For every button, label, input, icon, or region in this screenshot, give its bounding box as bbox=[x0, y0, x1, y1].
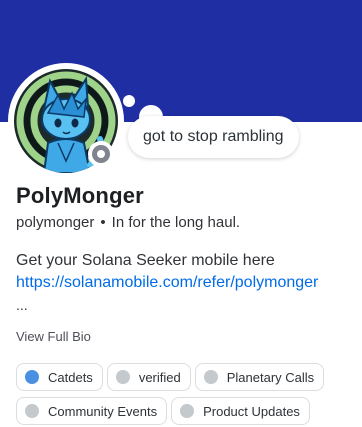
role-color-dot bbox=[25, 404, 39, 418]
offline-status-icon bbox=[92, 145, 110, 163]
roles-row: Community Events Product Updates bbox=[16, 397, 356, 425]
role-label: Planetary Calls bbox=[226, 369, 315, 385]
role-label: Catdets bbox=[48, 369, 93, 385]
custom-status-text: got to stop rambling bbox=[143, 128, 284, 145]
roles-list: Catdets verified Planetary Calls Communi… bbox=[16, 363, 356, 427]
bio-referral-link[interactable]: https://solanamobile.com/refer/polymonge… bbox=[16, 274, 318, 292]
role-color-dot bbox=[203, 370, 218, 384]
thought-bubble-dot-small bbox=[123, 95, 135, 107]
role-label: Community Events bbox=[48, 403, 158, 419]
role-color-dot bbox=[115, 370, 130, 384]
role-color-dot bbox=[180, 404, 195, 418]
role-pill-planetary-calls[interactable]: Planetary Calls bbox=[194, 363, 325, 391]
role-label: verified bbox=[138, 369, 181, 385]
role-pill-product-updates[interactable]: Product Updates bbox=[171, 397, 310, 425]
presence-indicator bbox=[88, 141, 114, 167]
role-label: Product Updates bbox=[203, 403, 300, 419]
bio-text: Get your Solana Seeker mobile here bbox=[16, 252, 275, 269]
bio-ellipsis: ... bbox=[16, 297, 28, 313]
separator-dot: • bbox=[100, 214, 106, 231]
display-name: PolyMonger bbox=[16, 183, 144, 208]
pronoun-note: In for the long haul. bbox=[111, 214, 241, 231]
role-pill-verified[interactable]: verified bbox=[106, 363, 191, 391]
roles-row: Catdets verified Planetary Calls bbox=[16, 363, 356, 391]
role-color-dot bbox=[25, 370, 39, 384]
custom-status-bubble[interactable]: got to stop rambling bbox=[128, 116, 299, 158]
user-profile-card: got to stop rambling PolyMonger polymong… bbox=[0, 0, 362, 427]
role-pill-catdets[interactable]: Catdets bbox=[16, 363, 103, 391]
username[interactable]: polymonger bbox=[16, 214, 94, 231]
identity-line: polymonger • In for the long haul. bbox=[16, 214, 240, 231]
role-pill-community-events[interactable]: Community Events bbox=[16, 397, 168, 425]
view-full-bio-button[interactable]: View Full Bio bbox=[16, 329, 91, 344]
